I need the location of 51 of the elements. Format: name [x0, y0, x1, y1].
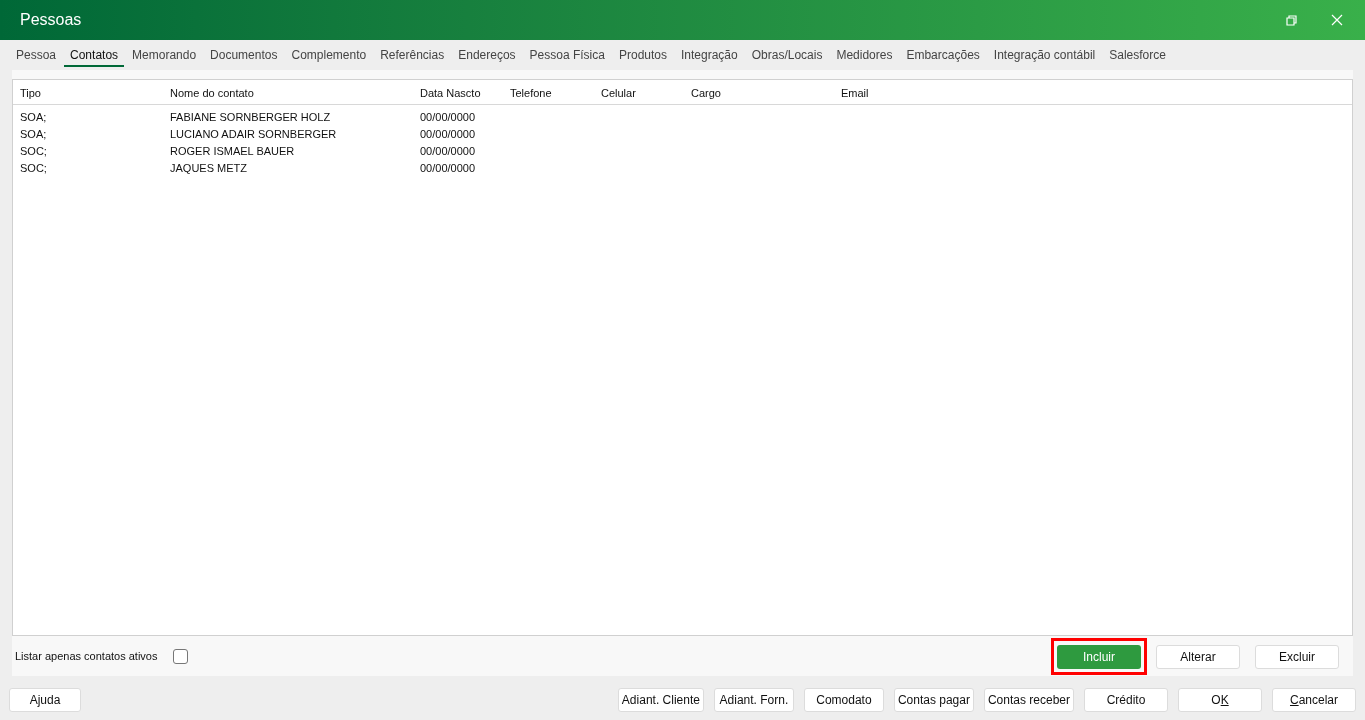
- footer-button[interactable]: Cancelar: [1272, 688, 1356, 712]
- tab[interactable]: Endereços: [452, 46, 522, 67]
- footer-button[interactable]: Contas receber: [983, 688, 1074, 712]
- tab[interactable]: Referências: [374, 46, 451, 67]
- footer-button[interactable]: OK: [1178, 688, 1262, 712]
- tab[interactable]: Integração contábil: [987, 46, 1102, 67]
- checkbox[interactable]: [173, 648, 189, 664]
- tab[interactable]: Pessoa: [10, 46, 63, 67]
- action-button[interactable]: Alterar: [1156, 644, 1240, 669]
- table-cell: SOA;: [20, 110, 47, 123]
- footer-button[interactable]: Crédito: [1084, 688, 1168, 712]
- action-button[interactable]: Excluir: [1255, 644, 1339, 669]
- column-header[interactable]: Cargo: [691, 87, 721, 99]
- column-header[interactable]: Nome do contato: [170, 87, 254, 99]
- close-icon[interactable]: [1331, 14, 1343, 26]
- tab[interactable]: Documentos: [204, 46, 284, 67]
- column-header[interactable]: Telefone: [510, 87, 552, 99]
- table-cell: 00/00/0000: [420, 161, 476, 174]
- table-cell: SOA;: [20, 127, 47, 140]
- tab[interactable]: Contatos: [64, 46, 125, 67]
- tab[interactable]: Obras/Locais: [745, 46, 829, 67]
- table-cell: 00/00/0000: [420, 144, 476, 157]
- tab[interactable]: Complemento: [285, 46, 373, 67]
- table-cell: JAQUES METZ: [170, 161, 247, 174]
- action-button[interactable]: Incluir: [1057, 644, 1141, 669]
- tab[interactable]: Memorando: [126, 46, 203, 67]
- table-cell: FABIANE SORNBERGER HOLZ: [170, 110, 331, 123]
- column-header[interactable]: Tipo: [20, 87, 41, 99]
- tab[interactable]: Medidores: [830, 46, 899, 67]
- tab[interactable]: Salesforce: [1103, 46, 1172, 67]
- tab[interactable]: Integração: [675, 46, 744, 67]
- table-cell: SOC;: [20, 161, 47, 174]
- column-header[interactable]: Data Nascto: [420, 87, 481, 99]
- restore-icon[interactable]: [1286, 14, 1297, 26]
- window-title: Pessoas: [20, 10, 83, 30]
- tab[interactable]: Produtos: [612, 46, 673, 67]
- filter-label: Listar apenas contatos ativos: [15, 648, 158, 664]
- table-cell: 00/00/0000: [420, 127, 476, 140]
- table-cell: ROGER ISMAEL BAUER: [170, 144, 295, 157]
- column-header[interactable]: Email: [841, 87, 869, 99]
- footer-button[interactable]: Adiant. Cliente: [617, 688, 704, 712]
- footer-button[interactable]: Ajuda: [9, 688, 81, 712]
- table-cell: LUCIANO ADAIR SORNBERGER: [170, 127, 337, 140]
- table-cell: 00/00/0000: [420, 110, 476, 123]
- footer-button[interactable]: Contas pagar: [893, 688, 974, 712]
- tab[interactable]: Pessoa Física: [523, 46, 611, 67]
- column-header[interactable]: Celular: [601, 87, 636, 99]
- footer-button[interactable]: Adiant. Forn.: [713, 688, 794, 712]
- table-cell: SOC;: [20, 144, 47, 157]
- footer-button[interactable]: Comodato: [803, 688, 884, 712]
- tab[interactable]: Embarcações: [900, 46, 986, 67]
